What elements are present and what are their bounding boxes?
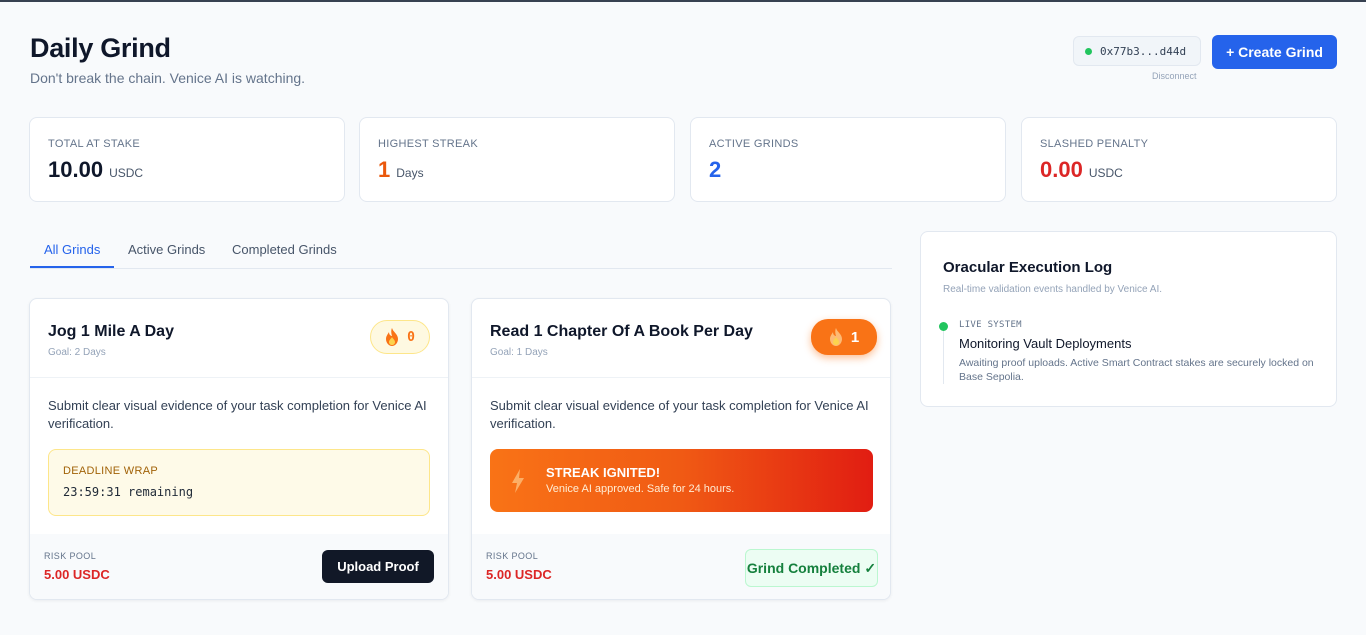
deadline-countdown: 23:59:31 remaining	[63, 485, 194, 499]
grind-description: Submit clear visual evidence of your tas…	[490, 398, 869, 431]
stat-label: ACTIVE GRINDS	[709, 138, 799, 150]
flame-icon	[829, 328, 842, 346]
stat-card-slashed-penalty: SLASHED PENALTY 0.00 USDC	[1021, 117, 1337, 202]
stat-value: 1	[378, 157, 391, 182]
stat-card-highest-streak: HIGHEST STREAK 1 Days	[359, 117, 675, 202]
log-title: Oracular Execution Log	[943, 259, 1113, 276]
grind-tabs: All Grinds Active Grinds Completed Grind…	[30, 232, 892, 269]
stat-label: TOTAL AT STAKE	[48, 138, 141, 150]
streak-badge: 1	[811, 319, 877, 355]
stat-card-total-at-stake: TOTAL AT STAKE 10.00 USDC	[29, 117, 345, 202]
flame-icon	[386, 328, 399, 346]
grind-description: Submit clear visual evidence of your tas…	[48, 398, 427, 431]
streak-badge: 0	[370, 320, 430, 354]
stat-label: HIGHEST STREAK	[378, 138, 478, 150]
stat-value: 10.00	[48, 157, 104, 182]
execution-log-panel: Oracular Execution Log Real-time validat…	[920, 231, 1337, 407]
completed-label: Grind Completed	[746, 560, 861, 576]
streak-ignited-banner: STREAK IGNITED! Venice AI approved. Safe…	[490, 449, 873, 512]
upload-proof-button[interactable]: Upload Proof	[322, 550, 434, 583]
timeline-line	[943, 328, 944, 384]
card-footer: RISK POOL 5.00 USDC Upload Proof	[30, 534, 448, 599]
stat-unit: Days	[396, 166, 424, 180]
deadline-label: DEADLINE WRAP	[63, 465, 158, 477]
deadline-box: DEADLINE WRAP 23:59:31 remaining	[48, 449, 430, 516]
grind-title: Jog 1 Mile A Day	[48, 323, 174, 340]
risk-pool-value: 5.00 USDC	[44, 567, 110, 582]
log-subtitle: Real-time validation events handled by V…	[943, 284, 1163, 295]
grind-goal: Goal: 2 Days	[48, 347, 106, 358]
risk-pool-label: RISK POOL	[44, 551, 97, 561]
grind-goal: Goal: 1 Days	[490, 347, 548, 358]
stat-unit: USDC	[109, 166, 144, 180]
streak-count: 0	[407, 329, 415, 345]
stat-value: 0.00	[1040, 157, 1083, 182]
page-subtitle: Don't break the chain. Venice AI is watc…	[30, 70, 306, 86]
stat-label: SLASHED PENALTY	[1040, 138, 1149, 150]
stat-card-active-grinds: ACTIVE GRINDS 2	[690, 117, 1006, 202]
wallet-address-chip[interactable]: 0x77b3...d44d	[1073, 36, 1201, 66]
tab-completed-grinds[interactable]: Completed Grinds	[232, 242, 337, 257]
card-divider	[472, 377, 890, 378]
stat-unit: USDC	[1088, 166, 1123, 180]
lightning-bolt-icon	[512, 469, 524, 493]
window-top-border	[0, 0, 1366, 2]
grind-title: Read 1 Chapter Of A Book Per Day	[490, 323, 753, 340]
streak-count: 1	[850, 328, 860, 346]
wallet-address: 0x77b3...d44d	[1100, 44, 1187, 58]
log-entry-tag: LIVE SYSTEM	[959, 320, 1022, 330]
card-footer: RISK POOL 5.00 USDC Grind Completed ✓	[472, 534, 890, 599]
grind-card: Read 1 Chapter Of A Book Per Day Goal: 1…	[471, 298, 891, 600]
tab-all-grinds[interactable]: All Grinds	[44, 242, 100, 257]
log-entry-title: Monitoring Vault Deployments	[959, 336, 1132, 351]
risk-pool-value: 5.00 USDC	[486, 567, 552, 582]
create-grind-button[interactable]: + Create Grind	[1212, 35, 1337, 69]
tab-active-grinds[interactable]: Active Grinds	[128, 242, 205, 257]
status-dot-icon	[1085, 47, 1092, 55]
grind-completed-button[interactable]: Grind Completed ✓	[745, 549, 878, 587]
active-tab-indicator	[30, 266, 114, 268]
ignited-title: STREAK IGNITED!	[546, 465, 661, 480]
log-entry-description: Awaiting proof uploads. Active Smart Con…	[959, 357, 1314, 383]
checkmark-icon: ✓	[864, 559, 877, 576]
ignited-subtitle: Venice AI approved. Safe for 24 hours.	[546, 483, 735, 495]
stat-value: 2	[709, 157, 722, 182]
disconnect-link[interactable]: Disconnect	[1152, 71, 1197, 81]
page-title: Daily Grind	[30, 33, 171, 63]
risk-pool-label: RISK POOL	[486, 551, 539, 561]
card-divider	[30, 377, 448, 378]
grind-card: Jog 1 Mile A Day Goal: 2 Days 0 Submit c…	[29, 298, 449, 600]
status-dot-icon	[939, 322, 948, 331]
